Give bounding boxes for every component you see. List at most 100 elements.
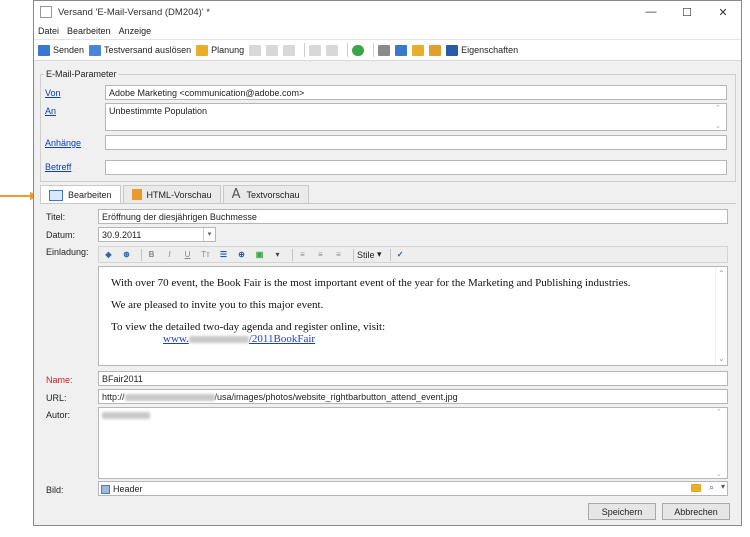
group-label: E-Mail-Parameter (44, 69, 119, 79)
underline-icon[interactable]: U (181, 248, 194, 261)
find-icon[interactable]: ⊛ (120, 248, 133, 261)
image-insert-icon[interactable]: ▣ (253, 248, 266, 261)
undo-icon (309, 44, 322, 56)
image-field[interactable]: Header ⌕ ▾ (98, 481, 728, 496)
maximize-button[interactable]: ☐ (669, 1, 705, 23)
to-value: Unbestimmte Population (109, 106, 208, 116)
author-scroll-down-icon[interactable]: ⌄ (716, 470, 722, 478)
editor-link[interactable]: www. /2011BookFair (163, 333, 727, 345)
author-field[interactable]: ⌃ ⌄ (98, 407, 728, 479)
cancel-button[interactable]: Abbrechen (662, 503, 730, 520)
tab-text-preview[interactable]: A Textvorschau (222, 185, 309, 203)
properties-label: Eigenschaften (461, 45, 519, 55)
scroll-down-icon[interactable]: ⌄ (718, 354, 725, 363)
personalize-icon (412, 44, 425, 56)
spellcheck-icon[interactable]: ✓ (394, 248, 407, 261)
date-value: 30.9.2011 (102, 230, 142, 240)
from-link[interactable]: Von (45, 88, 61, 98)
menu-bar: Datei Bearbeiten Anzeige (34, 23, 741, 39)
menu-file[interactable]: Datei (38, 26, 59, 36)
link-insert-icon[interactable]: ⊕ (235, 248, 248, 261)
date-field[interactable]: 30.9.2011 ▾ (98, 227, 216, 242)
test-envelope-icon (89, 44, 102, 56)
properties-button[interactable]: Eigenschaften (446, 44, 519, 56)
align-left-icon[interactable]: ≡ (296, 248, 309, 261)
test-send-button[interactable]: Testversand auslösen (89, 44, 192, 56)
attachments-link[interactable]: Anhänge (45, 138, 81, 148)
subject-field[interactable] (105, 160, 727, 175)
date-label: Datum: (46, 230, 76, 240)
save-button[interactable]: Speichern (588, 503, 656, 520)
to-field[interactable]: Unbestimmte Population ⌃ ⌄ (105, 103, 727, 131)
main-toolbar: Senden Testversand auslösen Planung Eige… (34, 39, 741, 61)
title-field[interactable]: Eröffnung der diesjährigen Buchmesse (98, 209, 728, 224)
link-button[interactable] (395, 44, 408, 56)
source-icon[interactable]: ◈ (102, 248, 115, 261)
planning-label: Planung (211, 45, 245, 55)
tab-html-preview-label: HTML-Vorschau (146, 189, 212, 200)
date-dropdown-icon[interactable]: ▾ (203, 228, 215, 241)
cancel-label: Abbrechen (674, 506, 718, 517)
cut-icon (266, 44, 279, 56)
attachments-field[interactable] (105, 135, 727, 150)
window-title: Versand 'E-Mail-Versand (DM204)' * (58, 6, 210, 18)
menu-edit[interactable]: Bearbeiten (67, 26, 111, 36)
planning-button[interactable]: Planung (196, 44, 245, 56)
tab-edit-label: Bearbeiten (68, 190, 112, 200)
copy-button[interactable] (249, 44, 262, 56)
italic-icon[interactable]: I (163, 248, 176, 261)
title-label: Titel: (46, 212, 66, 222)
to-scroll-up-icon[interactable]: ⌃ (715, 104, 721, 112)
undo-button[interactable] (309, 44, 322, 56)
attach-button[interactable] (378, 44, 391, 56)
search-icon[interactable]: ⌕ (709, 482, 714, 493)
rich-text-editor[interactable]: With over 70 event, the Book Fair is the… (98, 266, 728, 366)
editor-scrollbar[interactable]: ⌃ ⌄ (715, 267, 727, 365)
subject-link[interactable]: Betreff (45, 162, 71, 172)
image-dropdown-icon[interactable]: ▾ (271, 248, 284, 261)
styles-dropdown[interactable]: Stile ▾ (357, 248, 382, 261)
window-icon (40, 6, 52, 18)
email-parameters-group: E-Mail-Parameter Von An Anhänge Betreff … (40, 69, 736, 182)
paste-button[interactable] (283, 44, 296, 56)
refresh-icon (352, 44, 365, 56)
text-size-icon[interactable]: Tт (199, 248, 212, 261)
url-field[interactable]: http:// /usa/images/photos/website_rightb… (98, 389, 728, 404)
personalize-button[interactable] (412, 44, 425, 56)
to-link[interactable]: An (45, 106, 56, 116)
author-scroll-up-icon[interactable]: ⌃ (716, 408, 722, 416)
send-button[interactable]: Senden (38, 44, 84, 56)
refresh-button[interactable] (352, 44, 365, 56)
scroll-up-icon[interactable]: ⌃ (718, 269, 725, 278)
editor-paragraph-3: To view the detailed two-day agenda and … (111, 321, 386, 333)
paste-icon (283, 44, 296, 56)
link-icon (395, 44, 408, 56)
url-label: URL: (46, 393, 67, 403)
align-center-icon[interactable]: ≡ (314, 248, 327, 261)
image-dropdown-chevron-icon[interactable]: ▾ (721, 482, 725, 491)
bold-icon[interactable]: B (145, 248, 158, 261)
menu-view[interactable]: Anzeige (119, 26, 152, 36)
image-value: Header (113, 484, 143, 494)
editor-paragraph-1: With over 70 event, the Book Fair is the… (111, 277, 631, 289)
to-scroll-down-icon[interactable]: ⌄ (715, 122, 721, 130)
image-file-icon (101, 485, 110, 495)
test-send-label: Testversand auslösen (104, 45, 192, 55)
align-right-icon[interactable]: ≡ (332, 248, 345, 261)
save-label: Speichern (601, 506, 643, 517)
tracking-button[interactable] (429, 44, 442, 56)
close-button[interactable]: ✕ (705, 1, 741, 23)
folder-icon[interactable] (691, 484, 701, 492)
redo-button[interactable] (326, 44, 339, 56)
from-field[interactable]: Adobe Marketing <communication@adobe.com… (105, 85, 727, 100)
url-prefix: http:// (102, 392, 125, 402)
blurred-author (102, 412, 150, 420)
tab-edit[interactable]: Bearbeiten (40, 185, 121, 204)
tab-html-preview[interactable]: HTML-Vorschau (122, 185, 221, 203)
name-field[interactable]: BFair2011 (98, 371, 728, 386)
minimize-button[interactable]: — (633, 1, 669, 23)
list-icon[interactable]: ☰ (217, 248, 230, 261)
cut-button[interactable] (266, 44, 279, 56)
url-suffix: /usa/images/photos/website_rightbarbutto… (214, 392, 458, 402)
invitation-label: Einladung: (46, 247, 89, 257)
